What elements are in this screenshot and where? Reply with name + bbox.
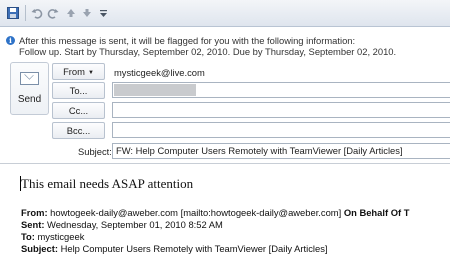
to-field[interactable] — [112, 82, 450, 98]
bcc-label: Bcc... — [66, 125, 91, 136]
info-line-2: Follow up. Start by Thursday, September … — [19, 46, 397, 57]
quick-access-toolbar — [0, 0, 450, 27]
fwd-to-value: mysticgeek — [34, 231, 85, 242]
fwd-subject-line: Subject: Help Computer Users Remotely wi… — [21, 243, 328, 254]
from-button[interactable]: From ▼ — [52, 63, 105, 80]
customize-icon[interactable] — [95, 5, 111, 21]
up-arrow-icon[interactable] — [63, 5, 79, 21]
subject-value: FW: Help Computer Users Remotely with Te… — [116, 145, 403, 156]
from-label: From — [63, 66, 85, 77]
cc-button[interactable]: Cc... — [52, 102, 105, 119]
info-line-1: After this message is sent, it will be f… — [19, 35, 356, 46]
fwd-to-line: To: mysticgeek — [21, 231, 84, 242]
subject-field[interactable]: FW: Help Computer Users Remotely with Te… — [112, 143, 450, 159]
bcc-button[interactable]: Bcc... — [52, 122, 105, 139]
fwd-from-line: From: howtogeek-daily@aweber.com [mailto… — [21, 207, 409, 218]
fwd-subject-value: Help Computer Users Remotely with TeamVi… — [57, 243, 328, 254]
fwd-sent-line: Sent: Wednesday, September 01, 2010 8:52… — [21, 219, 223, 230]
send-label: Send — [17, 94, 42, 105]
fwd-from-value: howtogeek-daily@aweber.com [mailto:howto… — [47, 207, 344, 218]
send-envelope-icon — [20, 72, 39, 85]
bcc-field[interactable] — [112, 122, 450, 138]
flag-info-bar: i After this message is sent, it will be… — [0, 30, 450, 58]
to-label: To... — [69, 85, 88, 96]
fwd-sent-label: Sent: — [21, 219, 45, 230]
toolbar-separator — [25, 5, 26, 21]
redo-icon[interactable] — [45, 5, 61, 21]
cc-label: Cc... — [68, 105, 89, 116]
undo-icon[interactable] — [29, 5, 45, 21]
redacted-recipient — [114, 84, 196, 96]
info-icon: i — [6, 36, 15, 45]
fwd-subject-label: Subject: — [21, 243, 58, 254]
body-note: This email needs ASAP attention — [21, 176, 194, 191]
send-button[interactable]: Send — [10, 62, 49, 115]
save-icon[interactable] — [5, 5, 21, 21]
to-button[interactable]: To... — [52, 82, 105, 99]
fwd-from-label: From: — [21, 207, 48, 218]
subject-label: Subject: — [78, 146, 112, 157]
fwd-behalf: On Behalf Of T — [343, 207, 410, 218]
down-arrow-icon[interactable] — [79, 5, 95, 21]
from-value: mysticgeek@live.com — [114, 67, 205, 78]
chevron-down-icon: ▼ — [87, 70, 94, 76]
fwd-to-label: To: — [21, 231, 35, 242]
cc-field[interactable] — [112, 102, 450, 118]
fwd-sent-value: Wednesday, September 01, 2010 8:52 AM — [44, 219, 223, 230]
